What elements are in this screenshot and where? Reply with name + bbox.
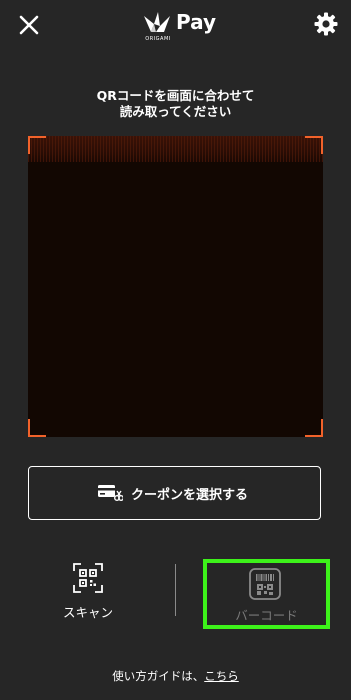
instruction-line-1: QRコードを画面に合わせて xyxy=(96,88,255,103)
gear-icon xyxy=(314,12,338,36)
scan-screen: ORIGAMI Pay QRコードを画面に合わせて 読み取ってください クーポン… xyxy=(0,0,351,700)
guide-footer: 使い方ガイドは、こちら xyxy=(0,668,351,684)
tab-scan[interactable]: スキャン xyxy=(50,560,126,622)
frame-corner-bottom-right xyxy=(305,419,323,437)
guide-link[interactable]: こちら xyxy=(204,669,239,683)
frame-corner-top-right xyxy=(305,136,323,154)
camera-preview-band xyxy=(28,136,323,162)
select-coupon-label: クーポンを選択する xyxy=(131,488,249,503)
guide-prefix: 使い方ガイドは、 xyxy=(112,669,205,683)
instruction-line-2: 読み取ってください xyxy=(119,104,232,119)
close-button[interactable] xyxy=(16,12,42,38)
brand-sub-label: ORIGAMI xyxy=(145,36,171,42)
qr-scan-icon xyxy=(73,563,103,593)
scan-instruction: QRコードを画面に合わせて 読み取ってください xyxy=(60,88,291,120)
tab-divider xyxy=(175,564,176,616)
tab-barcode-label: バーコード xyxy=(235,608,298,623)
origami-pay-logo: ORIGAMI Pay xyxy=(142,8,216,42)
origami-crane-icon xyxy=(144,12,170,32)
brand-name: Pay xyxy=(176,10,217,34)
tab-barcode[interactable]: バーコード xyxy=(203,559,330,629)
close-icon xyxy=(19,15,39,35)
camera-viewfinder xyxy=(28,136,323,437)
frame-corner-bottom-left xyxy=(28,419,46,437)
tab-scan-label: スキャン xyxy=(62,605,113,620)
frame-corner-top-left xyxy=(28,136,46,154)
coupon-card-scissors-icon xyxy=(98,485,123,501)
select-coupon-button[interactable]: クーポンを選択する xyxy=(28,466,321,520)
barcode-qr-icon xyxy=(249,568,281,600)
settings-button[interactable] xyxy=(314,12,338,36)
